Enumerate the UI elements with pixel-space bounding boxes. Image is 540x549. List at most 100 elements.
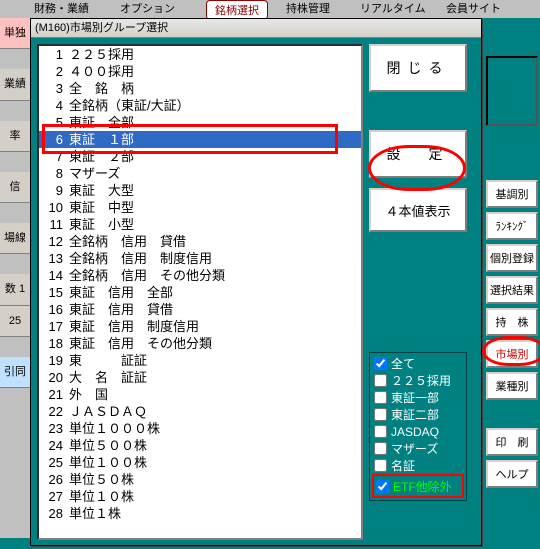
list-item-label: 東証 １部 (69, 133, 134, 146)
filter-row[interactable]: マザーズ (372, 440, 464, 457)
list-item-number: 3 (39, 82, 69, 95)
list-item-number: 2 (39, 65, 69, 78)
list-item[interactable]: 28単位１株 (39, 505, 361, 522)
list-item-label: 東 証証 (69, 354, 147, 367)
ohlc-button[interactable]: ４本値表示 (369, 188, 467, 232)
list-item-number: 1 (39, 48, 69, 61)
list-item[interactable]: 17東証 信用 制度信用 (39, 318, 361, 335)
list-item[interactable]: 2４００採用 (39, 63, 361, 80)
filter-row[interactable]: 東証二部 (372, 406, 464, 423)
list-item-number: 7 (39, 150, 69, 163)
list-item[interactable]: 21外 国 (39, 386, 361, 403)
list-item[interactable]: 23単位１０００株 (39, 420, 361, 437)
list-item-number: 16 (39, 303, 69, 316)
list-item[interactable]: 26単位５０株 (39, 471, 361, 488)
menu-item[interactable]: 持株管理 (286, 0, 330, 16)
filter-row[interactable]: 名証 (372, 457, 464, 474)
filter-checkbox-group: 全て２２５採用東証一部東証二部 JASDAQマザーズ名証ETF他除外 (369, 352, 467, 501)
filter-checkbox[interactable] (374, 425, 387, 438)
list-item-label: 単位５００株 (69, 439, 147, 452)
list-item[interactable]: 1２２５採用 (39, 46, 361, 63)
filter-label: 名証 (391, 457, 415, 474)
list-item-number: 4 (39, 99, 69, 112)
list-item-number: 8 (39, 167, 69, 180)
window-titlebar: (M160)市場別グループ選択 (31, 19, 481, 38)
list-item[interactable]: 27単位１０株 (39, 488, 361, 505)
list-item[interactable]: 19東 証証 (39, 352, 361, 369)
list-item[interactable]: 6東証 １部 (39, 131, 361, 148)
close-button[interactable]: 閉じる (369, 44, 467, 92)
list-item[interactable]: 12全銘柄 信用 貸借 (39, 233, 361, 250)
list-item[interactable]: 20大 名 証証 (39, 369, 361, 386)
menu-item[interactable]: 会員サイト (446, 0, 501, 16)
menu-item[interactable]: オプション (120, 0, 175, 16)
list-item[interactable]: 5東証 全部 (39, 114, 361, 131)
list-item-number: 14 (39, 269, 69, 282)
list-item-number: 28 (39, 507, 69, 520)
filter-checkbox[interactable] (374, 357, 387, 370)
menu-item[interactable]: 財務・業績 (34, 0, 89, 16)
list-item-number: 21 (39, 388, 69, 401)
list-item[interactable]: 8マザーズ (39, 165, 361, 182)
filter-checkbox[interactable] (374, 391, 387, 404)
filter-row[interactable]: 東証一部 (372, 389, 464, 406)
list-item[interactable]: 10東証 中型 (39, 199, 361, 216)
sidebar-button[interactable]: 業種別 (486, 372, 538, 400)
list-item[interactable]: 11東証 小型 (39, 216, 361, 233)
list-item-label: 東証 小型 (69, 218, 134, 231)
list-item-number: 24 (39, 439, 69, 452)
market-group-listbox[interactable]: 1２２５採用2４００採用3全 銘 柄4全銘柄（東証/大証）5東証 全部6東証 １… (37, 44, 363, 540)
filter-label: 東証二部 (391, 406, 439, 423)
list-item-number: 18 (39, 337, 69, 350)
list-item[interactable]: 25単位１００株 (39, 454, 361, 471)
filter-row[interactable]: ETF他除外 (372, 474, 464, 498)
list-item-number: 6 (39, 133, 69, 146)
sidebar-footer-button[interactable]: ヘルプ (486, 460, 538, 488)
set-button[interactable]: 設 定 (369, 130, 467, 178)
sidebar-button[interactable]: 持 株 (486, 308, 538, 336)
filter-checkbox[interactable] (374, 459, 387, 472)
filter-checkbox[interactable] (374, 442, 387, 455)
list-item[interactable]: 18東証 信用 その他分類 (39, 335, 361, 352)
list-item-label: ４００採用 (69, 65, 134, 78)
sidebar-button[interactable]: 個別登録 (486, 244, 538, 272)
list-item-label: 単位１００株 (69, 456, 147, 469)
list-item[interactable]: 22ＪＡＳＤＡＱ (39, 403, 361, 420)
filter-checkbox[interactable] (374, 374, 387, 387)
background-left-strip: 単独 業績 率 信 場線 数 1 25 引同 (0, 18, 30, 538)
list-item[interactable]: 7東証 ２部 (39, 148, 361, 165)
list-item[interactable]: 16東証 信用 貸借 (39, 301, 361, 318)
list-item-label: 東証 信用 制度信用 (69, 320, 199, 333)
list-item-label: 単位１０００株 (69, 422, 160, 435)
list-item-label: 単位１０株 (69, 490, 134, 503)
sidebar-footer-button[interactable]: 印 刷 (486, 428, 538, 456)
list-item[interactable]: 3全 銘 柄 (39, 80, 361, 97)
list-item[interactable]: 13全銘柄 信用 制度信用 (39, 250, 361, 267)
list-item-number: 27 (39, 490, 69, 503)
list-item[interactable]: 15東証 信用 全部 (39, 284, 361, 301)
filter-row[interactable]: JASDAQ (372, 423, 464, 440)
list-item-number: 23 (39, 422, 69, 435)
filter-checkbox[interactable] (374, 408, 387, 421)
list-item[interactable]: 14全銘柄 信用 その他分類 (39, 267, 361, 284)
list-item-number: 12 (39, 235, 69, 248)
sidebar-button[interactable]: 選択結果 (486, 276, 538, 304)
filter-label: JASDAQ (391, 425, 439, 439)
right-sidebar: 基調別 ﾗﾝｷﾝｸﾞ 個別登録選択結果持 株市場別業種別 印 刷ヘルプ (486, 56, 538, 492)
list-item-label: 単位５０株 (69, 473, 134, 486)
filter-label: 全て (391, 355, 415, 372)
sidebar-button[interactable]: 市場別 (486, 340, 538, 368)
tab-securities[interactable]: 銘柄選択 (206, 0, 268, 20)
filter-checkbox[interactable] (376, 480, 389, 493)
list-item-label: 全銘柄 信用 その他分類 (69, 269, 225, 282)
list-item-label: 単位１株 (69, 507, 121, 520)
list-item-number: 17 (39, 320, 69, 333)
list-item[interactable]: 9東証 大型 (39, 182, 361, 199)
filter-row[interactable]: ２２５採用 (372, 372, 464, 389)
sidebar-button[interactable]: ﾗﾝｷﾝｸﾞ (486, 212, 538, 240)
filter-row[interactable]: 全て (372, 355, 464, 372)
menu-item[interactable]: リアルタイム (360, 0, 426, 16)
sidebar-button[interactable]: 基調別 (486, 180, 538, 208)
list-item[interactable]: 4全銘柄（東証/大証） (39, 97, 361, 114)
list-item[interactable]: 24単位５００株 (39, 437, 361, 454)
